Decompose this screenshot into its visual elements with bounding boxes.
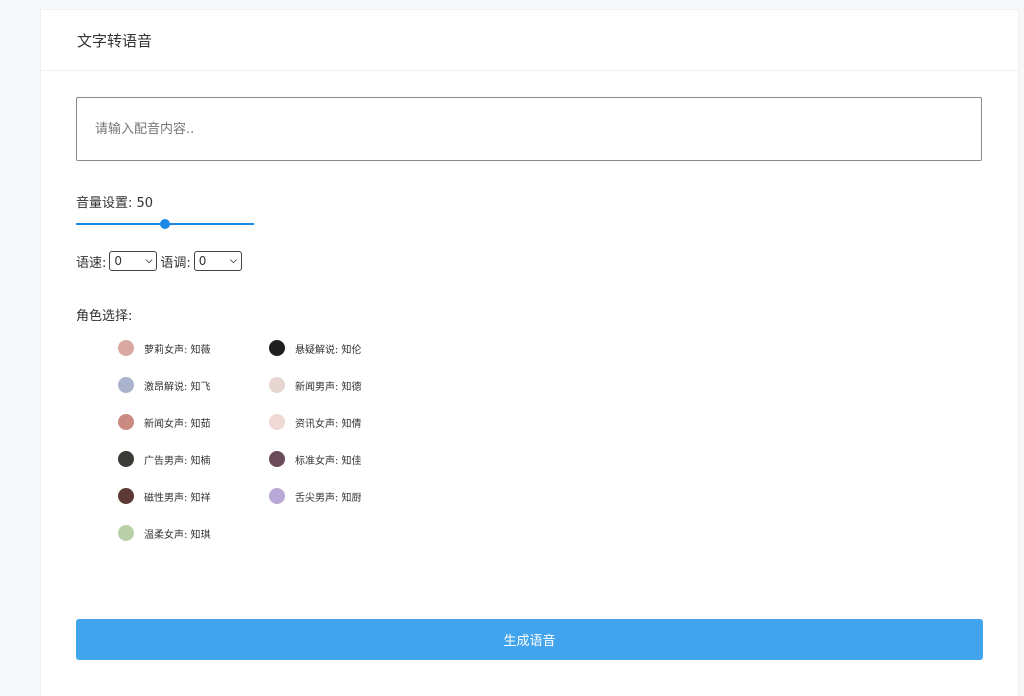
volume-slider[interactable] [76, 217, 254, 231]
tts-card: 文字转语音 音量设置: 50 语速: 0 ⌵ 语调: 0 ⌵ 角色选择: 萝莉女… [40, 9, 1019, 696]
role-option[interactable]: 激昂解说: 知飞 [118, 375, 211, 395]
volume-value: 50 [136, 196, 154, 211]
page-title: 文字转语音 [77, 31, 153, 50]
role-option[interactable]: 萝莉女声: 知薇 [118, 338, 211, 358]
role-label: 激昂解说: 知飞 [144, 381, 211, 393]
role-label: 萝莉女声: 知薇 [144, 344, 211, 356]
role-label: 磁性男声: 知祥 [144, 492, 211, 504]
role-label: 悬疑解说: 知伦 [295, 344, 362, 356]
role-option[interactable]: 悬疑解说: 知伦 [269, 338, 362, 358]
tone-select[interactable]: 0 ⌵ [193, 251, 242, 271]
generate-button-label: 生成语音 [503, 634, 556, 649]
card-header: 文字转语音 [41, 10, 1018, 71]
role-label: 舌尖男声: 知厨 [295, 492, 362, 504]
avatar [118, 377, 134, 393]
role-option[interactable]: 温柔女声: 知琪 [118, 523, 211, 543]
avatar [269, 488, 285, 504]
role-label: 资讯女声: 知倩 [295, 418, 362, 430]
speed-label: 语速: [76, 255, 107, 271]
avatar [269, 414, 285, 430]
avatar [118, 451, 134, 467]
role-option[interactable]: 资讯女声: 知倩 [269, 412, 362, 432]
role-option[interactable]: 舌尖男声: 知厨 [269, 486, 362, 506]
avatar [269, 340, 285, 356]
role-option[interactable]: 新闻男声: 知德 [269, 375, 362, 395]
volume-label: 音量设置: [76, 196, 133, 211]
role-label: 温柔女声: 知琪 [144, 529, 211, 541]
avatar [118, 340, 134, 356]
avatar [118, 414, 134, 430]
role-option[interactable]: 广告男声: 知楠 [118, 449, 211, 469]
role-option[interactable]: 新闻女声: 知茹 [118, 412, 211, 432]
role-label: 新闻男声: 知德 [295, 381, 362, 393]
chevron-down-icon: ⌵ [145, 256, 153, 266]
role-option[interactable]: 标准女声: 知佳 [269, 449, 362, 469]
roles-label: 角色选择: [76, 309, 133, 324]
avatar [118, 488, 134, 504]
speed-select-value: 0 [114, 254, 123, 268]
avatar [269, 377, 285, 393]
chevron-down-icon: ⌵ [229, 256, 237, 266]
slider-thumb[interactable] [160, 219, 170, 229]
volume-setting: 音量设置: 50 [76, 192, 153, 211]
content-input[interactable] [76, 97, 982, 161]
avatar [269, 451, 285, 467]
avatar [118, 525, 134, 541]
generate-button[interactable]: 生成语音 [76, 619, 983, 660]
role-option[interactable]: 磁性男声: 知祥 [118, 486, 211, 506]
speed-tone-row: 语速: 0 ⌵ 语调: 0 ⌵ [76, 251, 245, 271]
tone-label: 语调: [160, 255, 191, 271]
role-label: 新闻女声: 知茹 [144, 418, 211, 430]
role-label: 广告男声: 知楠 [144, 455, 211, 467]
role-label: 标准女声: 知佳 [295, 455, 362, 467]
tone-select-value: 0 [198, 254, 207, 268]
speed-select[interactable]: 0 ⌵ [109, 251, 158, 271]
